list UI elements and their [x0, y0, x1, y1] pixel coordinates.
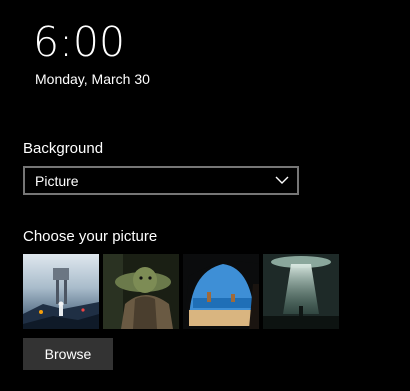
lock-screen-preview: 6:00 Monday, March 30 — [0, 0, 410, 112]
choose-picture-label: Choose your picture — [23, 228, 158, 245]
preview-date: Monday, March 30 — [35, 71, 150, 87]
background-dropdown[interactable]: Picture — [23, 166, 299, 195]
beach-cave-image — [183, 254, 259, 329]
background-dropdown-value: Picture — [35, 173, 79, 189]
picture-thumbnails — [23, 254, 341, 329]
browse-button[interactable]: Browse — [23, 338, 113, 370]
picture-thumbnail-1[interactable] — [23, 254, 99, 329]
preview-time: 6:00 — [33, 18, 126, 66]
background-label: Background — [23, 140, 104, 157]
picture-thumbnail-2[interactable] — [103, 254, 179, 329]
yoda-image — [103, 254, 179, 329]
picture-thumbnail-3[interactable] — [183, 254, 259, 329]
battlefield-image — [23, 254, 99, 329]
picture-thumbnail-4[interactable] — [263, 254, 339, 329]
lock-screen-settings: 6:00 Monday, March 30 Background Picture… — [0, 0, 410, 391]
spaceship-beam-image — [263, 254, 339, 329]
chevron-down-icon — [275, 176, 289, 184]
